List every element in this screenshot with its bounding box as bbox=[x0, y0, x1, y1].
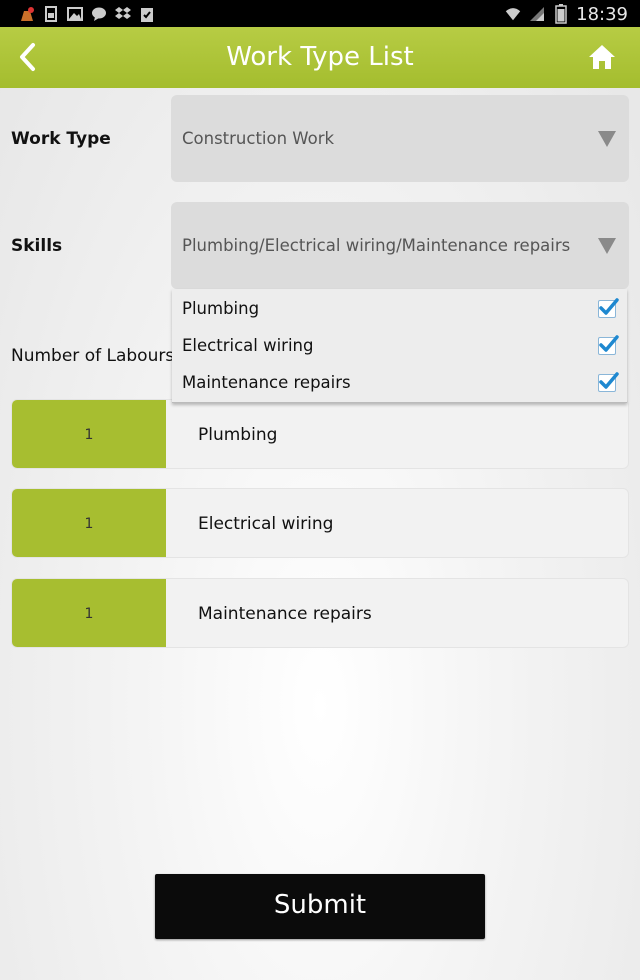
skills-dropdown: Plumbing Electrical wiring Maintenance r… bbox=[172, 289, 627, 403]
app-notification-icon bbox=[18, 5, 36, 23]
status-bar-notifications bbox=[18, 4, 156, 24]
labour-row-maintenance-repairs: 1 Maintenance repairs bbox=[11, 578, 629, 648]
labour-count-input[interactable]: 1 bbox=[12, 400, 166, 468]
skills-select[interactable]: Plumbing/Electrical wiring/Maintenance r… bbox=[171, 202, 629, 289]
skill-option-label: Electrical wiring bbox=[182, 336, 314, 355]
skill-option-electrical-wiring[interactable]: Electrical wiring bbox=[172, 327, 627, 364]
skills-label: Skills bbox=[11, 236, 63, 256]
status-bar: 18:39 bbox=[0, 0, 640, 27]
work-type-value: Construction Work bbox=[182, 129, 335, 148]
app-header: Work Type List bbox=[0, 27, 640, 88]
work-type-label: Work Type bbox=[11, 129, 111, 149]
submit-button[interactable]: Submit bbox=[155, 874, 485, 939]
chat-icon bbox=[90, 5, 108, 23]
skill-option-label: Maintenance repairs bbox=[182, 373, 351, 392]
chevron-left-icon bbox=[20, 43, 35, 71]
back-button[interactable] bbox=[10, 39, 46, 75]
skills-value: Plumbing/Electrical wiring/Maintenance r… bbox=[182, 236, 571, 255]
signal-icon bbox=[528, 5, 546, 23]
labours-label: Number of Labours bbox=[11, 346, 175, 366]
dropbox-icon bbox=[114, 5, 132, 23]
labour-row-plumbing: 1 Plumbing bbox=[11, 399, 629, 469]
home-button[interactable] bbox=[584, 39, 620, 75]
labour-count-input[interactable]: 1 bbox=[12, 489, 166, 557]
wifi-icon bbox=[504, 5, 522, 23]
work-type-select[interactable]: Construction Work bbox=[171, 95, 629, 182]
labour-skill-name: Maintenance repairs bbox=[198, 604, 372, 624]
battery-icon bbox=[552, 4, 570, 24]
clipboard-icon bbox=[138, 5, 156, 23]
checkbox-checked-icon[interactable] bbox=[598, 335, 619, 355]
sim-icon bbox=[42, 5, 60, 23]
status-bar-system: 18:39 bbox=[504, 3, 628, 25]
labour-count-input[interactable]: 1 bbox=[12, 579, 166, 647]
skill-option-label: Plumbing bbox=[182, 299, 260, 318]
checkbox-checked-icon[interactable] bbox=[598, 298, 619, 318]
skill-option-plumbing[interactable]: Plumbing bbox=[172, 290, 627, 327]
dropdown-arrow-icon bbox=[598, 131, 616, 147]
home-icon bbox=[589, 45, 615, 69]
status-time: 18:39 bbox=[576, 3, 628, 25]
dropdown-arrow-icon bbox=[598, 238, 616, 254]
skill-option-maintenance-repairs[interactable]: Maintenance repairs bbox=[172, 364, 627, 401]
labour-skill-name: Plumbing bbox=[198, 425, 278, 445]
labour-row-electrical-wiring: 1 Electrical wiring bbox=[11, 488, 629, 558]
checkbox-checked-icon[interactable] bbox=[598, 372, 619, 392]
page-title: Work Type List bbox=[226, 42, 414, 72]
image-icon bbox=[66, 5, 84, 23]
labour-skill-name: Electrical wiring bbox=[198, 514, 334, 534]
